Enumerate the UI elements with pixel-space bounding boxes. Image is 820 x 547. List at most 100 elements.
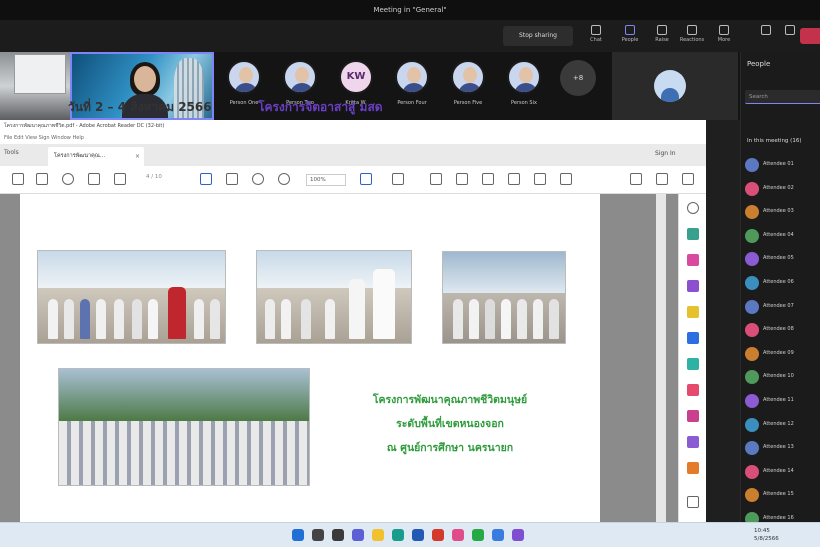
more-participants-button[interactable]: +8 [560,60,596,96]
search-taskbar-icon[interactable] [312,529,324,541]
vertical-scrollbar[interactable] [656,194,666,522]
combine-icon[interactable] [687,332,699,344]
close-icon[interactable]: × [135,147,140,166]
people-list-item[interactable]: Attendee 03 [741,201,820,225]
fit-page-icon[interactable] [360,173,372,185]
smile-icon [687,25,697,35]
stamp-icon[interactable] [508,173,520,185]
word-icon[interactable] [412,529,424,541]
avatar [745,323,759,338]
clock[interactable]: 10:45 5/8/2566 [754,527,779,543]
raise-hand-button[interactable]: Raise [648,24,676,48]
comment-tool-icon[interactable] [687,306,699,318]
fill-sign-icon[interactable] [687,436,699,448]
people-list-item[interactable]: Attendee 09 [741,343,820,367]
people-list-item[interactable]: Attendee 14 [741,461,820,485]
people-list-item[interactable]: Attendee 08 [741,319,820,343]
redact-icon[interactable] [687,384,699,396]
search-icon[interactable] [62,173,74,185]
delete-icon[interactable] [534,173,546,185]
highlight-icon[interactable] [482,173,494,185]
link-icon[interactable] [560,173,572,185]
save-icon[interactable] [12,173,24,185]
slide-text-line-3: ณ ศูนย์การศึกษา นครนายก [386,442,514,454]
app2-icon[interactable] [512,529,524,541]
acrobat-taskbar-icon[interactable] [432,529,444,541]
share-icon[interactable] [630,173,642,185]
mail-icon[interactable] [656,173,668,185]
mic-icon [785,25,795,35]
window-title: Meeting in "General" [0,0,820,20]
hand-icon[interactable] [226,173,238,185]
people-list-item[interactable]: Attendee 05 [741,248,820,272]
more-button[interactable]: More [710,24,738,48]
people-list-item[interactable]: Attendee 06 [741,272,820,296]
avatar [745,158,759,172]
zoom-select[interactable]: 100% [306,174,346,186]
self-video-tile[interactable] [612,52,738,120]
task-view-icon[interactable] [332,529,344,541]
avatar [451,60,485,94]
people-list-item[interactable]: Attendee 12 [741,414,820,438]
avatar [745,205,759,220]
create-pdf-icon[interactable] [687,254,699,266]
people-button[interactable]: People [616,24,644,48]
app-icon[interactable] [452,529,464,541]
search-icon[interactable] [687,202,699,214]
panel-section-header[interactable]: In this meeting (16) [747,138,801,144]
people-list-item[interactable]: Attendee 01 [741,154,820,178]
edit-pdf-icon[interactable] [687,280,699,292]
chrome-icon[interactable] [492,529,504,541]
more-tools-icon[interactable] [687,462,699,474]
person-name: Attendee 10 [763,373,794,380]
people-list-item[interactable]: Attendee 10 [741,366,820,390]
people-list-item[interactable]: Attendee 15 [741,484,820,508]
people-search-input[interactable]: Search [745,90,820,104]
people-list-item[interactable]: Attendee 07 [741,296,820,320]
page-number[interactable]: 4 / 10 [146,174,162,180]
protect-icon[interactable] [687,410,699,422]
line-icon[interactable] [472,529,484,541]
stop-sharing-button[interactable]: Stop sharing [503,26,573,46]
teams-taskbar-icon[interactable] [352,529,364,541]
people-list-item[interactable]: Attendee 02 [741,178,820,202]
reactions-label: Reactions [679,37,705,43]
chat-button[interactable]: Chat [582,24,610,48]
people-list-item[interactable]: Attendee 11 [741,390,820,414]
avatar-initials: KW [346,71,366,82]
photo-group-2 [256,250,412,344]
people-list-item[interactable]: Attendee 04 [741,225,820,249]
sign-in-link[interactable]: Sign In [655,150,676,157]
acrobat-menu[interactable]: File Edit View Sign Window Help [0,132,706,144]
avatar [283,60,317,94]
people-list-item[interactable]: Attendee 13 [741,437,820,461]
person-name: Attendee 01 [763,161,794,167]
explorer-icon[interactable] [372,529,384,541]
person-name: Attendee 03 [763,208,794,215]
cursor-icon[interactable] [200,173,212,185]
up-icon[interactable] [88,173,100,185]
user-icon[interactable] [682,173,694,185]
video-tile-room[interactable] [0,52,70,120]
zoom-out-icon[interactable] [252,173,264,185]
participant-tile[interactable]: Person Five [443,60,493,106]
scroll-mode-icon[interactable] [392,173,404,185]
slide-date: วันที่ 2 – 4 สิงหาคม 2566 [68,100,212,114]
export-pdf-icon[interactable] [687,228,699,240]
tab-tools[interactable]: Tools [4,149,19,156]
tab-document[interactable]: โครงการพัฒนาคุณ... × [48,147,144,166]
pen-icon[interactable] [456,173,468,185]
print-icon[interactable] [36,173,48,185]
acrobat-title: โครงการพัฒนาคุณภาพชีวิต.pdf - Adobe Acro… [0,120,706,132]
collapse-icon[interactable] [687,496,699,508]
edge-icon[interactable] [392,529,404,541]
comment-icon[interactable] [430,173,442,185]
start-icon[interactable] [292,529,304,541]
zoom-in-icon[interactable] [278,173,290,185]
participant-tile[interactable]: Person Six [499,60,549,106]
organize-icon[interactable] [687,358,699,370]
reactions-button[interactable]: Reactions [678,24,706,48]
participant-tile[interactable]: Person Four [387,60,437,106]
leave-button[interactable] [800,28,820,44]
down-icon[interactable] [114,173,126,185]
